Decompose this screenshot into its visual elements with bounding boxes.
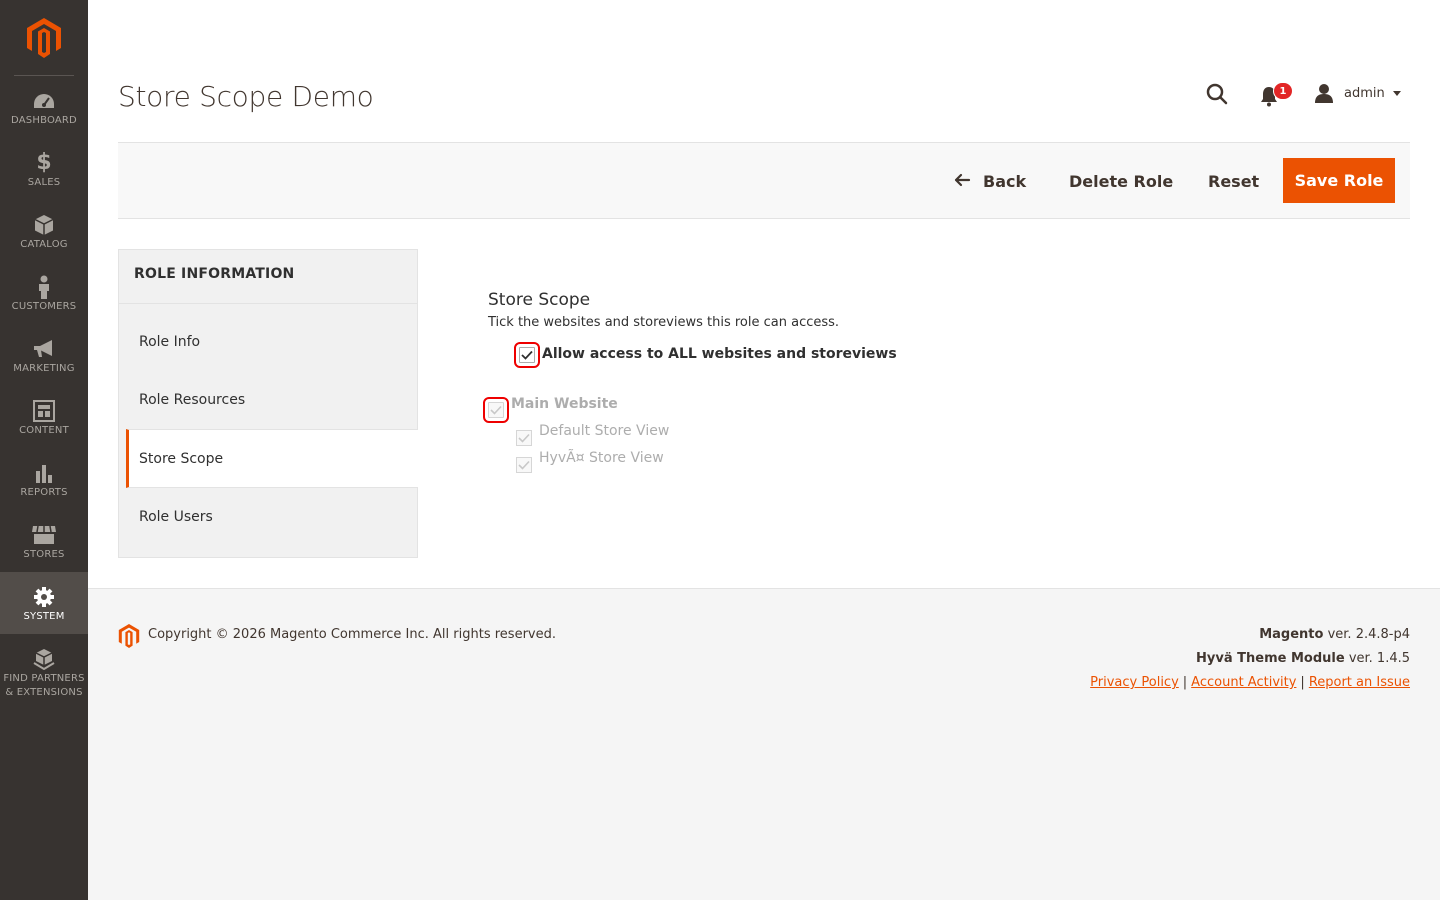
checkmark-icon [490,405,502,415]
delete-role-button[interactable]: Delete Role [1069,160,1173,202]
section-description: Tick the websites and storeviews this ro… [488,315,840,330]
magento-version: Magento ver. 2.4.8-p4 [1259,627,1410,642]
tab-role-resources[interactable]: Role Resources [119,371,417,429]
hyva-version-number: ver. 1.4.5 [1348,651,1410,666]
search-icon[interactable] [1205,82,1229,106]
default-store-view-label: Default Store View [539,423,670,439]
link-separator: | [1182,675,1188,690]
nav-label: MARKETING [13,363,75,374]
chevron-down-icon [1392,90,1401,96]
dashboard-icon [32,90,56,112]
tab-role-users[interactable]: Role Users [119,488,417,546]
nav-label: CONTENT [19,425,69,436]
account-activity-link[interactable]: Account Activity [1191,675,1296,690]
nav-label: FIND PARTNERS & EXTENSIONS [3,673,85,698]
checkmark-icon [521,350,533,360]
nav-customers[interactable]: CUSTOMERS [0,262,88,324]
all-access-checkbox[interactable] [514,342,540,368]
report-issue-link[interactable]: Report an Issue [1309,675,1410,690]
back-button[interactable]: Back [953,160,1026,202]
main-website-checkbox[interactable] [483,397,509,423]
copyright-text: Copyright © 2026 Magento Commerce Inc. A… [148,627,556,642]
cubes-icon [32,648,56,670]
notification-count-badge: 1 [1273,82,1293,100]
nav-reports[interactable]: REPORTS [0,448,88,510]
nav-label: SYSTEM [23,611,65,622]
content-icon [33,400,55,422]
tab-store-scope[interactable]: Store Scope [126,429,418,488]
hyva-name: Hyvä Theme Module [1196,651,1345,666]
tabs-divider [119,303,417,304]
reset-button[interactable]: Reset [1208,160,1259,202]
hyva-store-view-checkbox[interactable] [516,457,532,473]
tab-role-info[interactable]: Role Info [119,313,417,371]
user-icon [1315,84,1333,103]
hyva-store-view-label: HyvÃ¤ Store View [539,450,664,466]
nav-find-partners[interactable]: FIND PARTNERS & EXTENSIONS [0,634,88,704]
section-title: Store Scope [488,290,591,310]
back-label: Back [983,171,1027,191]
nav-dashboard[interactable]: DASHBOARD [0,76,88,138]
footer-links: Privacy Policy | Account Activity | Report a… [1090,675,1410,690]
admin-sidebar: DASHBOARD $ SALES CATALOG CUSTOMERS MARK… [0,0,88,900]
nav-marketing[interactable]: MARKETING [0,324,88,386]
nav-label: SALES [27,177,61,188]
box-icon [34,214,54,236]
nav-system[interactable]: SYSTEM [0,572,88,634]
nav-label: CATALOG [20,239,68,250]
nav-catalog[interactable]: CATALOG [0,200,88,262]
nav-label: CUSTOMERS [11,301,77,312]
save-role-button[interactable]: Save Role [1283,158,1395,203]
admin-user-menu[interactable]: admin [1314,82,1401,104]
page-title: Store Scope Demo [118,80,374,113]
checkmark-icon [518,433,530,443]
link-separator: | [1300,675,1305,690]
gear-icon [33,586,55,608]
nav-stores[interactable]: STORES [0,510,88,572]
default-store-view-checkbox[interactable] [516,430,532,446]
hyva-version: Hyvä Theme Module ver. 1.4.5 [1196,651,1410,666]
all-access-label[interactable]: Allow access to ALL websites and storevi… [542,346,897,362]
arrow-left-icon [953,172,971,191]
privacy-policy-link[interactable]: Privacy Policy [1090,675,1179,690]
bar-chart-icon [34,462,54,484]
nav-sales[interactable]: $ SALES [0,138,88,200]
nav-label: REPORTS [20,487,68,498]
magento-logo-icon [118,624,140,648]
magento-logo-icon[interactable] [0,0,88,76]
magento-name: Magento [1259,627,1324,642]
dollar-icon: $ [36,150,52,175]
person-icon [37,275,51,299]
store-icon [31,524,57,546]
nav-label: DASHBOARD [11,115,77,126]
tabs-title: ROLE INFORMATION [134,266,295,282]
user-name: admin [1344,85,1385,101]
magento-version-number: ver. 2.4.8-p4 [1327,627,1410,642]
megaphone-icon [32,338,56,360]
nav-content[interactable]: CONTENT [0,386,88,448]
main-website-label: Main Website [511,396,618,412]
nav-label: STORES [23,549,65,560]
checkmark-icon [518,460,530,470]
